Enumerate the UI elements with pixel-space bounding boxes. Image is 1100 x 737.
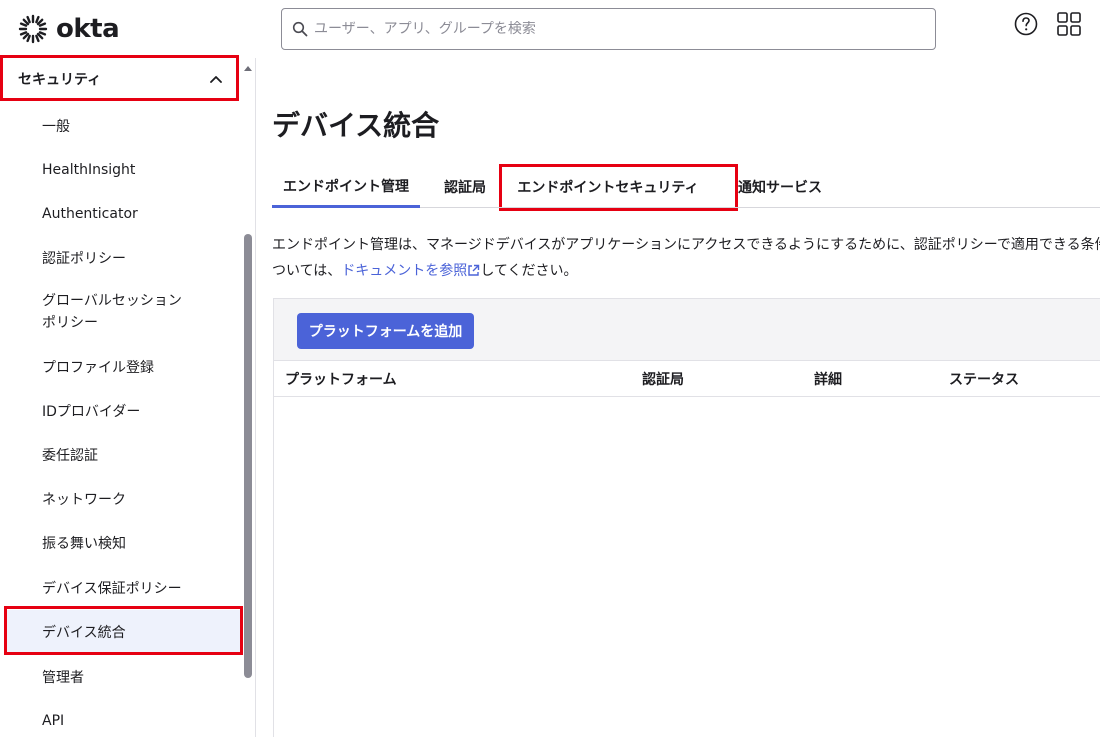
page-description: エンドポイント管理は、マネージドデバイスがアプリケーションにアクセスできるように…	[272, 232, 1100, 284]
documentation-link[interactable]: ドキュメントを参照	[341, 263, 480, 279]
panel-toolbar: プラットフォームを追加	[274, 299, 1100, 361]
sidebar-item-behavior-detection[interactable]: 振る舞い検知	[6, 523, 242, 563]
sidebar-scrollbar[interactable]	[242, 58, 254, 737]
sidebar-item-label: 一般	[42, 119, 70, 135]
help-icon[interactable]	[1014, 12, 1038, 36]
sidebar-item-global-session-policy[interactable]: グローバルセッション ポリシー	[6, 288, 242, 336]
sidebar-item-label: デバイス保証ポリシー	[42, 581, 182, 597]
sidebar-item-label: 管理者	[42, 670, 84, 686]
sidebar-item-profile-enrollment[interactable]: プロファイル登録	[6, 347, 242, 387]
sidebar-item-device-integrations[interactable]: デバイス統合	[6, 610, 242, 654]
sidebar-item-networks[interactable]: ネットワーク	[6, 479, 242, 519]
sidebar-item-label: HealthInsight	[42, 162, 136, 178]
okta-sunburst-icon	[18, 14, 48, 44]
okta-logo[interactable]: okta	[18, 12, 120, 46]
sidebar-section-security[interactable]: セキュリティ	[0, 58, 240, 100]
column-header-details[interactable]: 詳細	[814, 361, 842, 397]
sidebar-item-label: デバイス統合	[42, 625, 126, 641]
sidebar-item-healthinsight[interactable]: HealthInsight	[6, 150, 242, 190]
sidebar-item-identity-providers[interactable]: IDプロバイダー	[6, 391, 242, 431]
tab-label: 通知サービス	[738, 180, 822, 196]
column-header-platform[interactable]: プラットフォーム	[285, 361, 397, 397]
sidebar-section-title: セキュリティ	[18, 72, 102, 88]
add-platform-button[interactable]: プラットフォームを追加	[297, 313, 474, 349]
table-header: プラットフォーム 認証局 詳細 ステータス	[274, 361, 1100, 397]
search-input[interactable]	[314, 21, 874, 37]
okta-wordmark: okta	[56, 14, 120, 44]
platforms-panel: プラットフォームを追加 プラットフォーム 認証局 詳細 ステータス	[273, 298, 1100, 737]
sidebar-item-api[interactable]: API	[6, 701, 242, 737]
sidebar-item-label: Authenticator	[42, 206, 138, 222]
sidebar-item-authenticator[interactable]: Authenticator	[6, 194, 242, 234]
top-header: okta	[0, 0, 1100, 58]
sidebar-item-label: IDプロバイダー	[42, 404, 141, 420]
app-grid-icon[interactable]	[1057, 12, 1081, 36]
external-link-icon	[468, 264, 480, 276]
sidebar-item-label: 認証ポリシー	[42, 251, 126, 267]
sidebar-item-label: 振る舞い検知	[42, 536, 126, 552]
sidebar-item-label: グローバルセッション	[42, 293, 182, 309]
column-header-certificate-authority[interactable]: 認証局	[642, 361, 684, 397]
description-line-1: エンドポイント管理は、マネージドデバイスがアプリケーションにアクセスできるように…	[272, 237, 1100, 253]
sidebar-item-label: 委任認証	[42, 448, 98, 464]
sidebar-item-auth-policy[interactable]: 認証ポリシー	[6, 238, 242, 278]
tab-notification-services[interactable]: 通知サービス	[730, 166, 830, 208]
tab-label: 認証局	[444, 180, 486, 196]
global-search[interactable]	[281, 8, 936, 50]
column-header-status[interactable]: ステータス	[949, 361, 1019, 397]
sidebar-item-label: API	[42, 713, 65, 729]
scrollbar-thumb[interactable]	[244, 234, 252, 678]
sidebar-item-delegated-auth[interactable]: 委任認証	[6, 435, 242, 475]
description-line-2: ついては、ドキュメントを参照 してください。	[272, 263, 578, 279]
tab-label: エンドポイント管理	[283, 178, 409, 195]
sidebar-item-device-assurance[interactable]: デバイス保証ポリシー	[6, 568, 242, 608]
sidebar-item-administrators[interactable]: 管理者	[6, 657, 242, 697]
sidebar-item-label-line2: ポリシー	[42, 315, 98, 331]
sidebar-item-general[interactable]: 一般	[6, 106, 242, 146]
tab-label: エンドポイントセキュリティ	[517, 180, 699, 196]
scroll-up-arrow-icon[interactable]	[244, 66, 252, 71]
tab-bar: エンドポイント管理 認証局 エンドポイントセキュリティ 通知サービス	[272, 166, 1100, 208]
chevron-up-icon[interactable]	[210, 75, 222, 83]
tab-endpoint-security[interactable]: エンドポイントセキュリティ	[504, 166, 712, 208]
search-icon	[292, 21, 308, 37]
sidebar-item-label: ネットワーク	[42, 492, 126, 508]
tab-endpoint-management[interactable]: エンドポイント管理	[272, 166, 420, 208]
tab-certificate-authority[interactable]: 認証局	[430, 166, 500, 208]
page-title: デバイス統合	[272, 109, 440, 142]
sidebar-nav: セキュリティ 一般 HealthInsight Authenticator 認証…	[0, 58, 256, 737]
sidebar-item-label: プロファイル登録	[42, 360, 154, 376]
